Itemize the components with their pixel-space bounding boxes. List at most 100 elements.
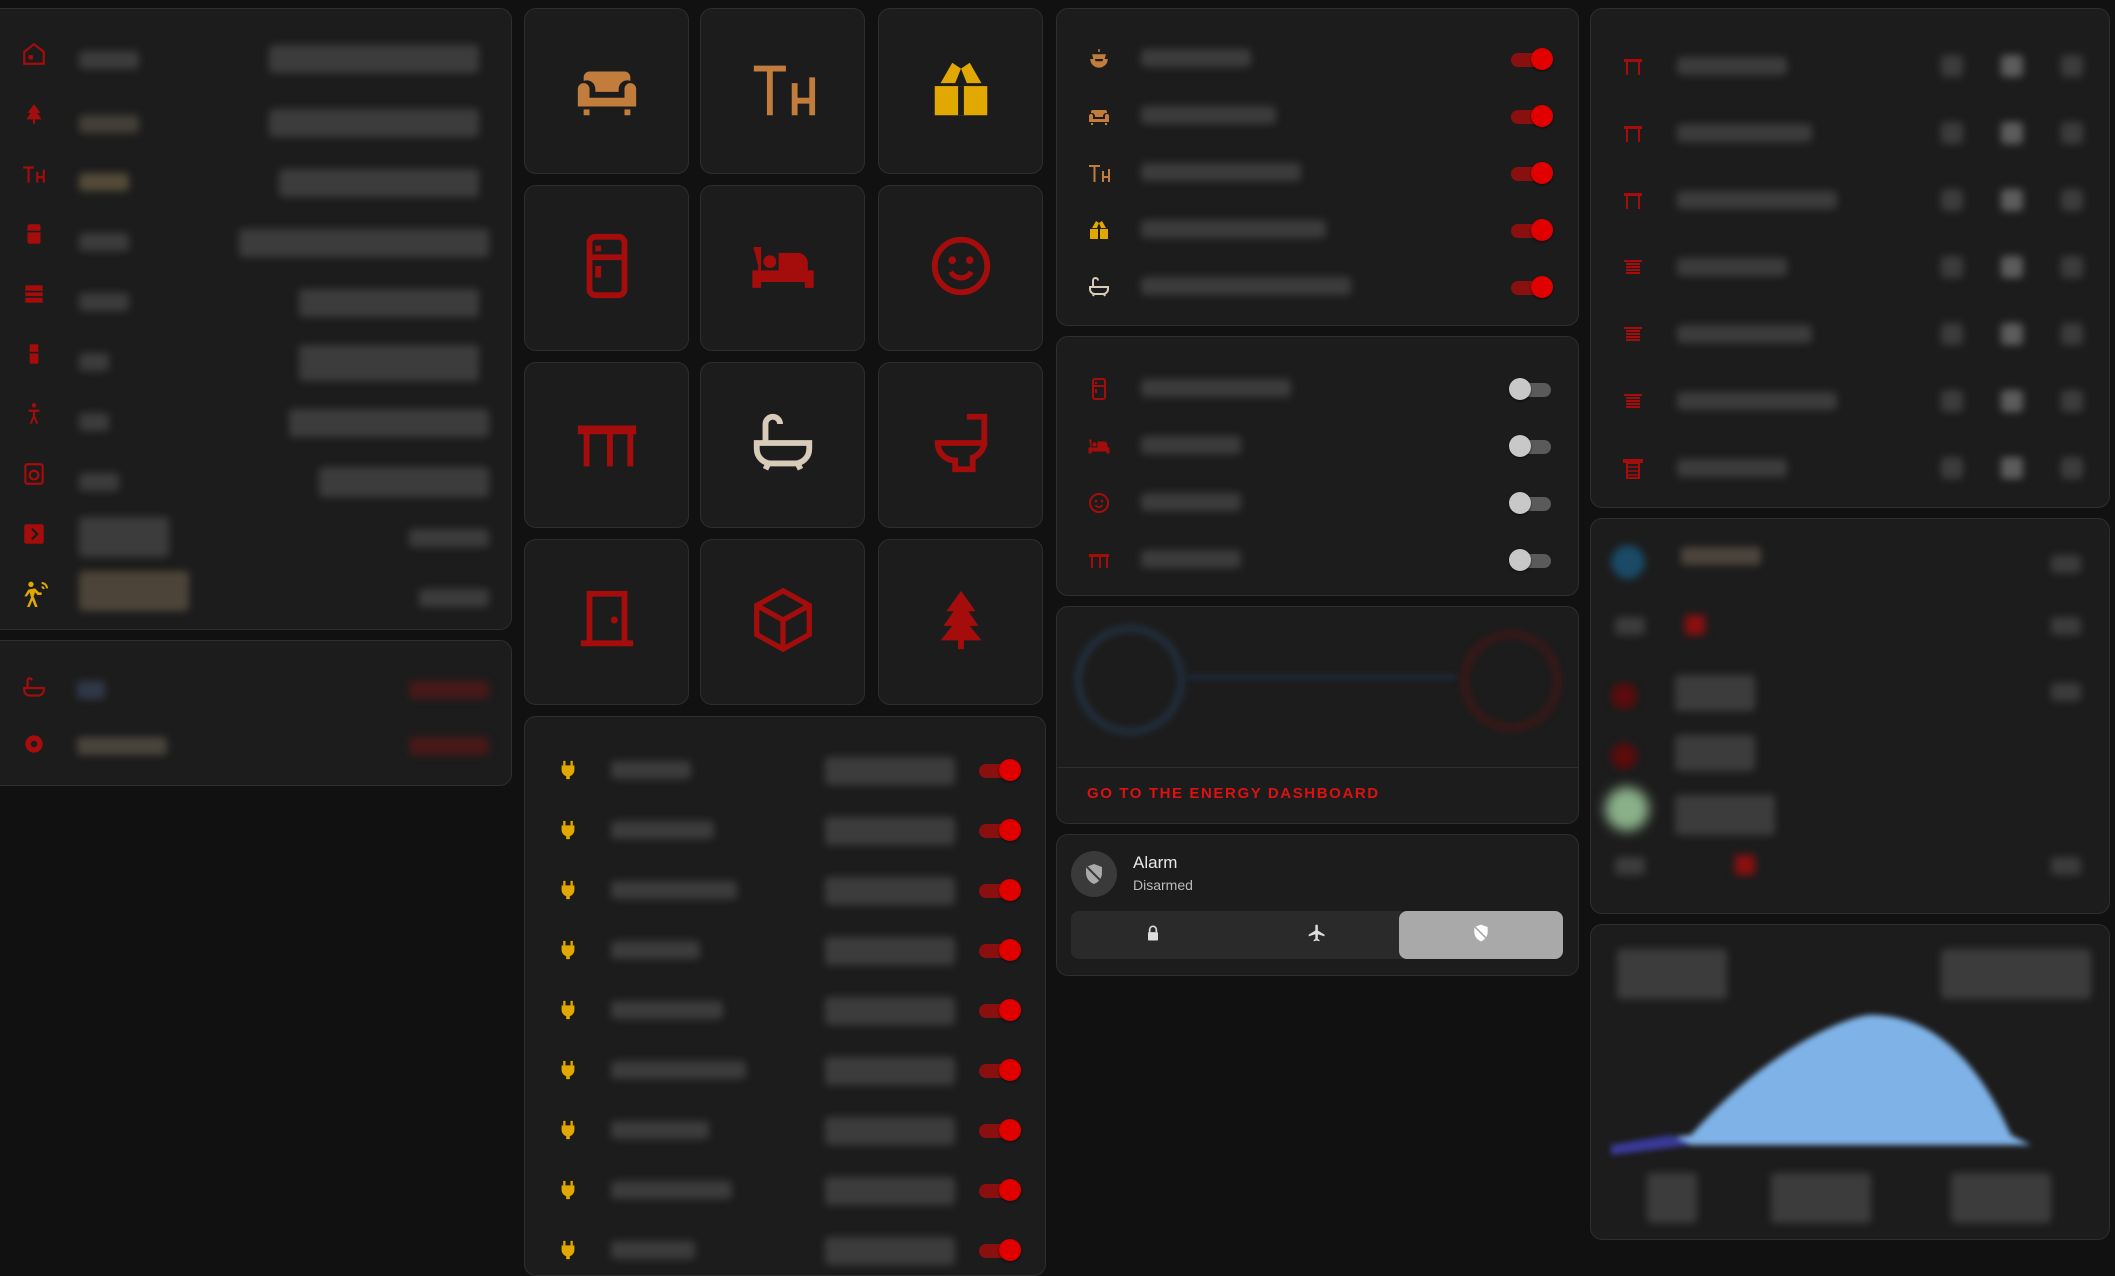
cover-stop-button[interactable] — [2001, 55, 2023, 77]
cover-close-button[interactable] — [2061, 189, 2083, 211]
toggle-switch[interactable] — [977, 879, 1021, 901]
blurred-plug-name — [611, 1241, 695, 1259]
toggle-switch[interactable] — [977, 759, 1021, 781]
blurred-cover-name — [1677, 459, 1787, 477]
toggle-switch[interactable] — [977, 1179, 1021, 1201]
toggle-switch[interactable] — [977, 1119, 1021, 1141]
cover-close-button[interactable] — [2061, 122, 2083, 144]
cover-open-button[interactable] — [1941, 189, 1963, 211]
toggle-knob — [999, 1179, 1021, 1201]
blurred-entity-name — [1615, 617, 1645, 635]
window-shutter-icon — [1621, 55, 1645, 84]
room-tile-bed[interactable] — [700, 185, 865, 351]
blurred-room-name — [1141, 550, 1241, 568]
toggle-switch[interactable] — [977, 999, 1021, 1021]
lock-icon — [1143, 923, 1163, 948]
toggle-switch[interactable] — [977, 939, 1021, 961]
blurred-chart-label — [1951, 1173, 2051, 1223]
cover-stop-button[interactable] — [2001, 390, 2023, 412]
blurred-entity-name — [79, 517, 169, 557]
toggle-switch[interactable] — [977, 1059, 1021, 1081]
cover-open-button[interactable] — [1941, 122, 1963, 144]
room-tile-desk[interactable] — [524, 362, 689, 528]
person-icon — [21, 401, 47, 427]
plugs-card — [524, 716, 1046, 1276]
toggle-switch[interactable] — [1509, 219, 1553, 241]
toggle-switch[interactable] — [1509, 276, 1553, 298]
toggle-knob — [999, 939, 1021, 961]
desk-icon — [1087, 548, 1111, 577]
alarm-mode-bar — [1071, 911, 1563, 959]
blurred-entity-name — [79, 353, 109, 371]
disarm-button[interactable] — [1399, 911, 1563, 959]
room-tile-table-chair[interactable] — [700, 8, 865, 174]
blurred-light-name — [1141, 163, 1301, 181]
cover-close-button[interactable] — [2061, 323, 2083, 345]
table-chair-icon — [748, 54, 818, 129]
cover-open-button[interactable] — [1941, 256, 1963, 278]
plug-row — [525, 1111, 1045, 1151]
cover-stop-button[interactable] — [2001, 122, 2023, 144]
toggle-switch[interactable] — [977, 1239, 1021, 1261]
toggle-knob — [999, 819, 1021, 841]
toggle-switch[interactable] — [1509, 378, 1553, 400]
cover-open-button[interactable] — [1941, 55, 1963, 77]
plug-row — [525, 1171, 1045, 1211]
toggle-knob — [1531, 162, 1553, 184]
blinds-icon — [1621, 323, 1645, 352]
cover-row — [1591, 382, 2109, 422]
blurred-entity-name — [1675, 735, 1755, 771]
room-tile-baby-face[interactable] — [878, 185, 1043, 351]
toggle-switch[interactable] — [1509, 105, 1553, 127]
energy-grid-node — [1463, 633, 1559, 729]
energy-dashboard-link[interactable]: GO TO THE ENERGY DASHBOARD — [1087, 785, 1380, 802]
toggle-switch[interactable] — [1509, 492, 1553, 514]
toggle-switch[interactable] — [1509, 48, 1553, 70]
light-row — [1057, 39, 1578, 79]
cover-open-button[interactable] — [1941, 457, 1963, 479]
cover-stop-button[interactable] — [2001, 323, 2023, 345]
blurred-entity-name — [79, 51, 139, 69]
blurred-red-badge — [1685, 615, 1705, 635]
cover-close-button[interactable] — [2061, 390, 2083, 412]
blurred-plug-name — [611, 1061, 746, 1079]
pine-tree-icon — [21, 101, 47, 127]
cover-stop-button[interactable] — [2001, 457, 2023, 479]
gear-icon — [21, 731, 47, 757]
toggle-knob — [1531, 219, 1553, 241]
power-plug-icon — [557, 1059, 579, 1086]
room-tile-toilet[interactable] — [878, 362, 1043, 528]
energy-flow-line — [1187, 675, 1457, 679]
room-switch-row — [1057, 426, 1578, 466]
room-tile-bathtub[interactable] — [700, 362, 865, 528]
toggle-switch[interactable] — [977, 819, 1021, 841]
room-tile-gift-open[interactable] — [878, 8, 1043, 174]
toggle-switch[interactable] — [1509, 435, 1553, 457]
cover-stop-button[interactable] — [2001, 256, 2023, 278]
room-tile-cube[interactable] — [700, 539, 865, 705]
blurred-plug-name — [611, 941, 700, 959]
toggle-switch[interactable] — [1509, 162, 1553, 184]
room-tile-fridge[interactable] — [524, 185, 689, 351]
cover-close-button[interactable] — [2061, 256, 2083, 278]
room-tile-door[interactable] — [524, 539, 689, 705]
alarm-title: Alarm — [1133, 853, 1178, 872]
cover-close-button[interactable] — [2061, 457, 2083, 479]
blurred-plug-name — [611, 761, 691, 779]
alarm-state: Disarmed — [1133, 877, 1193, 893]
room-tile-pine-tree[interactable] — [878, 539, 1043, 705]
cover-stop-button[interactable] — [2001, 189, 2023, 211]
room-tile-sofa[interactable] — [524, 8, 689, 174]
toggle-switch[interactable] — [1509, 549, 1553, 571]
blinds-icon — [1621, 256, 1645, 285]
cover-close-button[interactable] — [2061, 55, 2083, 77]
rooms-switch-card — [1056, 336, 1579, 596]
cover-open-button[interactable] — [1941, 323, 1963, 345]
sofa-icon — [572, 54, 642, 129]
blurred-entity-value — [299, 345, 479, 381]
cover-open-button[interactable] — [1941, 390, 1963, 412]
power-plug-icon — [557, 759, 579, 786]
alarm-card: Alarm Disarmed — [1056, 834, 1579, 976]
arm-vacation-button[interactable] — [1235, 911, 1399, 959]
arm-away-button[interactable] — [1071, 911, 1235, 959]
